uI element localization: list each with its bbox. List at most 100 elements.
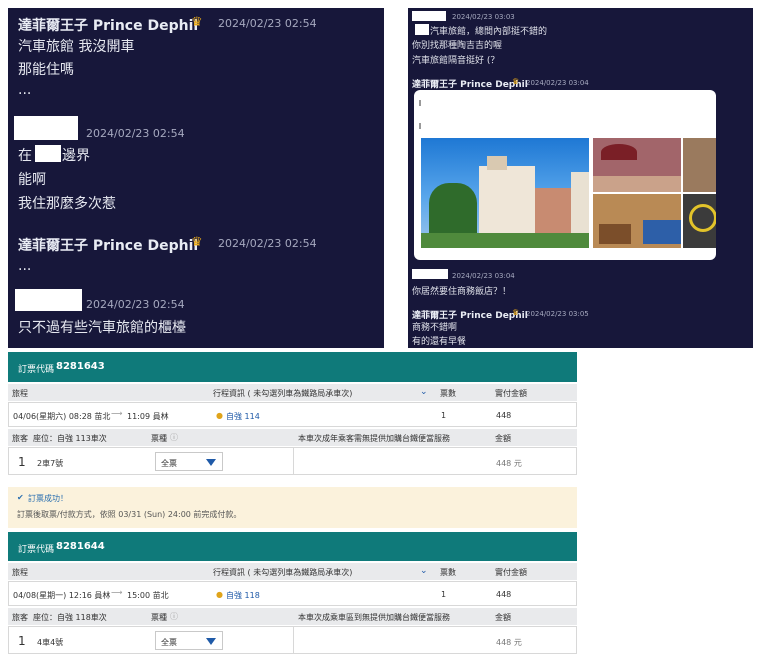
trip-row: 04/08(星期一) 12:16 員林 ⟶ 15:00 苗北 ● 自強 118 …: [8, 581, 577, 606]
message-timestamp: 2024/02/23 03:04: [526, 79, 589, 87]
col-qty: 票數: [440, 389, 456, 398]
seat-number: 2車7號: [37, 459, 64, 468]
passenger-row: 1 4車4號 全票 448 元: [8, 626, 577, 654]
success-banner: ✔ 訂票成功！ 訂票後取票/付款方式，依照 03/31 (Sun) 24:00 …: [8, 487, 577, 528]
author-name[interactable]: 達菲爾王子 Prince Dephil: [18, 235, 198, 255]
message-timestamp: 2024/02/23 03:05: [526, 310, 589, 318]
counter-shape: [599, 224, 631, 244]
arrow-icon: ⟶: [111, 588, 123, 597]
info-icon[interactable]: ⓘ: [170, 611, 178, 622]
col-pay: 實付金額: [495, 389, 527, 398]
col-qty: 票數: [440, 568, 456, 577]
paid-amount: 448: [496, 590, 512, 599]
divider: [293, 448, 294, 474]
success-title: 訂票成功！: [28, 494, 68, 503]
order-header: 訂票代碼 8281644: [8, 532, 577, 561]
preview-text-marker: [419, 100, 421, 106]
building-shape: [487, 156, 507, 170]
seat-number: 4車4號: [37, 638, 64, 647]
message-text: 能啊: [18, 172, 46, 188]
chevron-down-icon[interactable]: ⌄: [420, 566, 428, 576]
trip-arrival: 11:09 員林: [127, 412, 169, 421]
passenger-header-row: 旅客 座位：自強 118車次 票種 ⓘ 本車次成乘車區到無提供加購台鐵便當服務 …: [8, 608, 577, 625]
success-text: 訂票後取票/付款方式，依照 03/31 (Sun) 24:00 前完成付款。: [17, 510, 242, 519]
col-ticket-type: 票種: [151, 434, 167, 443]
redacted-username: [15, 289, 82, 311]
dropdown-arrow-icon: [206, 638, 216, 645]
passenger-no: 1: [18, 634, 26, 648]
ticket-type-value: 全票: [161, 459, 177, 468]
preview-text-marker: [419, 123, 421, 129]
col-info: 行程資訊 ( 未勾選列車為鐵路局承車次): [213, 389, 353, 398]
message-text: 商務不錯啊: [412, 323, 458, 333]
sofa-shape: [643, 220, 681, 244]
trip-header-row: 旅程 行程資訊 ( 未勾選列車為鐵路局承車次) ⌄ 票數 實付金額: [8, 563, 577, 580]
trip-departure: 04/08(星期一) 12:16 員林: [13, 591, 111, 600]
dropdown-arrow-icon: [206, 459, 216, 466]
order-code-label: 訂票代碼: [18, 545, 55, 555]
crown-icon: ♛: [512, 77, 520, 86]
message-text: 有的還有早餐: [412, 337, 467, 347]
passenger-row: 1 2車7號 全票 448 元: [8, 447, 577, 475]
message-text: ...: [18, 82, 32, 98]
chevron-down-icon[interactable]: ⌄: [420, 387, 428, 397]
redacted-username: [412, 269, 448, 279]
room-photo[interactable]: [683, 138, 716, 192]
redacted-text: [35, 145, 61, 162]
author-name[interactable]: 達菲爾王子 Prince Dephil: [18, 15, 198, 35]
col-amount: 金額: [495, 613, 511, 622]
ticket-qty: 1: [441, 411, 447, 420]
col-passenger: 旅客: [12, 434, 28, 443]
message-timestamp: 2024/02/23 02:54: [86, 298, 185, 311]
col-trip: 旅程: [12, 389, 28, 398]
message-text: 只不過有些汽車旅館的櫃檯: [18, 320, 186, 336]
col-note: 本車次成乘車區到無提供加購台鐵便當服務: [298, 613, 450, 622]
message-text: ...: [18, 258, 32, 274]
ground-shape: [421, 233, 589, 248]
message-text: 在: [18, 148, 32, 164]
col-pay: 實付金額: [495, 568, 527, 577]
passenger-header-row: 旅客 座位：自強 113車次 票種 ⓘ 本車次成年乘客需無提供加購台鐵便當服務 …: [8, 429, 577, 446]
redacted-username: [412, 11, 446, 21]
passenger-no: 1: [18, 455, 26, 469]
hotel-exterior-photo[interactable]: [421, 138, 589, 248]
ticket-type-value: 全票: [161, 638, 177, 647]
wheel-shape: [689, 204, 716, 232]
chat-panel-left: 達菲爾王子 Prince Dephil ♛ 2024/02/23 02:54 汽…: [8, 8, 384, 348]
order-code: 8281644: [56, 541, 105, 552]
col-amount: 金額: [495, 434, 511, 443]
trip-arrival: 15:00 苗北: [127, 591, 169, 600]
room-photo[interactable]: [593, 138, 681, 192]
shield-icon: ●: [216, 411, 223, 420]
redacted-username: [14, 116, 78, 140]
col-info: 行程資訊 ( 未勾選列車為鐵路局承車次): [213, 568, 353, 577]
info-icon[interactable]: ⓘ: [170, 432, 178, 443]
room-photo[interactable]: [683, 194, 716, 248]
message-text: 汽車旅館隔音挺好 (？: [412, 56, 500, 66]
col-note: 本車次成年乘客需無提供加購台鐵便當服務: [298, 434, 450, 443]
link-preview-card[interactable]: [414, 90, 716, 260]
paid-amount: 448: [496, 411, 512, 420]
order-panel-2: 訂票代碼 8281644 旅程 行程資訊 ( 未勾選列車為鐵路局承車次) ⌄ 票…: [8, 532, 577, 660]
chat-panel-right: 2024/02/23 03:03 汽車旅館，總間內部挺不錯的 你別找那種陶吉吉的…: [408, 8, 753, 348]
ticket-amount: 448 元: [496, 459, 522, 468]
message-text: 汽車旅館，總間內部挺不錯的: [430, 27, 548, 37]
ticket-type-select[interactable]: 全票: [155, 452, 223, 471]
lobby-photo[interactable]: [593, 194, 681, 248]
train-link[interactable]: 自強 114: [226, 411, 260, 422]
message-text: 你居然要住商務飯店？！: [412, 287, 512, 297]
train-link[interactable]: 自強 118: [226, 590, 260, 601]
message-text: 那能住嗎: [18, 62, 74, 78]
ticket-type-select[interactable]: 全票: [155, 631, 223, 650]
author-name[interactable]: 達菲爾王子 Prince Dephil: [412, 77, 528, 90]
crown-icon: ♛: [191, 235, 203, 250]
ticket-qty: 1: [441, 590, 447, 599]
message-timestamp: 2024/02/23 02:54: [218, 17, 317, 30]
umbrella-shape: [601, 144, 637, 160]
message-text: 汽車旅館 我沒開車: [18, 39, 135, 55]
col-seat: 座位：自強 118車次: [33, 613, 107, 622]
trip-departure: 04/06(星期六) 08:28 苗北: [13, 412, 111, 421]
shield-icon: ●: [216, 590, 223, 599]
divider: [293, 627, 294, 653]
order-code: 8281643: [56, 361, 105, 372]
